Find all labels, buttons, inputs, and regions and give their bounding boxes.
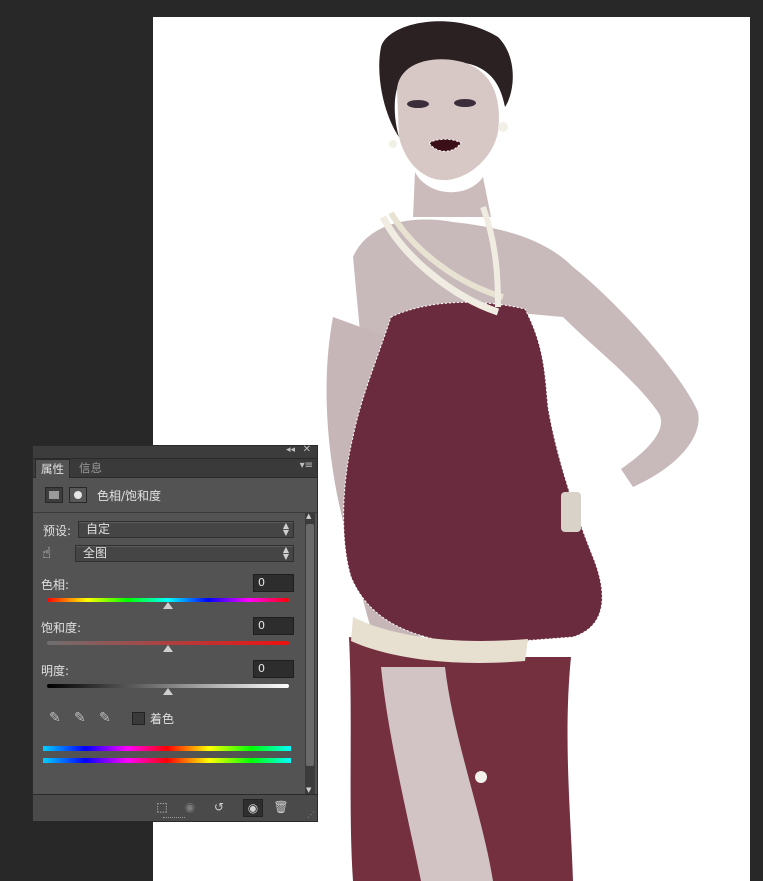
hue-label: 色相:: [41, 578, 70, 592]
hue-input[interactable]: 0: [253, 574, 294, 592]
adjustment-title: 色相/饱和度: [97, 489, 162, 503]
hand-target-icon[interactable]: ☝: [42, 544, 51, 562]
close-icon[interactable]: ✕: [303, 444, 311, 455]
channel-value: 全图: [83, 546, 108, 560]
view-previous-icon[interactable]: ◉: [181, 799, 199, 815]
preset-dropdown[interactable]: 自定 ▲ ▼: [78, 521, 294, 538]
scrollbar-thumb[interactable]: [306, 524, 314, 766]
output-spectrum-bar: [43, 758, 291, 763]
panel-footer: ⬚ ◉ ↺ ◉ 🗑 ⋰: [33, 794, 317, 821]
saturation-input[interactable]: 0: [253, 617, 294, 635]
adjustment-header: 色相/饱和度: [33, 478, 317, 513]
eyedropper-icon[interactable]: ✎: [49, 710, 61, 726]
lightness-slider-thumb[interactable]: [163, 688, 173, 695]
saturation-label: 饱和度:: [41, 621, 82, 635]
mask-icon[interactable]: [69, 487, 87, 503]
colorize-checkbox[interactable]: [132, 712, 145, 725]
reset-icon[interactable]: ↺: [210, 799, 228, 815]
visibility-eye-icon[interactable]: ◉: [243, 799, 263, 817]
tab-info[interactable]: 信息: [74, 459, 107, 477]
tab-properties[interactable]: 属性: [35, 459, 70, 478]
hue-saturation-icon[interactable]: [45, 487, 63, 503]
panel-tabs: 属性 信息 ▾≡: [33, 459, 317, 478]
collapse-icon[interactable]: ◂◂: [286, 445, 295, 455]
input-spectrum-bar: [43, 746, 291, 751]
panel-title-bar[interactable]: ◂◂ ✕: [33, 444, 317, 459]
eyedropper-minus-icon[interactable]: ✎: [99, 710, 111, 726]
trash-icon[interactable]: 🗑: [272, 799, 290, 815]
hue-slider-thumb[interactable]: [163, 602, 173, 609]
eyedropper-plus-icon[interactable]: ✎: [74, 710, 86, 726]
saturation-slider-thumb[interactable]: [163, 645, 173, 652]
scroll-down-icon[interactable]: ▼: [306, 786, 311, 794]
panel-menu-icon[interactable]: ▾≡: [300, 460, 313, 471]
preset-label: 预设:: [43, 524, 72, 538]
dropdown-arrows-icon: ▲ ▼: [282, 521, 289, 537]
channel-dropdown[interactable]: 全图 ▲ ▼: [75, 545, 294, 562]
lightness-input[interactable]: 0: [253, 660, 294, 678]
colorize-label: 着色: [150, 712, 175, 726]
lightness-label: 明度:: [41, 664, 70, 678]
preset-value: 自定: [86, 522, 111, 536]
properties-panel: ◂◂ ✕ 属性 信息 ▾≡ 色相/饱和度 预设: 自定 ▲ ▼ ☝ 全图 ▲ ▼ 色…: [32, 444, 318, 822]
panel-scrollbar[interactable]: ▲ ▼: [305, 512, 315, 794]
clip-to-layer-icon[interactable]: ⬚: [153, 799, 171, 815]
dropdown-arrows-icon: ▲ ▼: [282, 545, 289, 561]
resize-grip[interactable]: [163, 817, 185, 821]
scroll-up-icon[interactable]: ▲: [306, 512, 311, 520]
resize-corner-icon[interactable]: ⋰: [307, 810, 315, 819]
